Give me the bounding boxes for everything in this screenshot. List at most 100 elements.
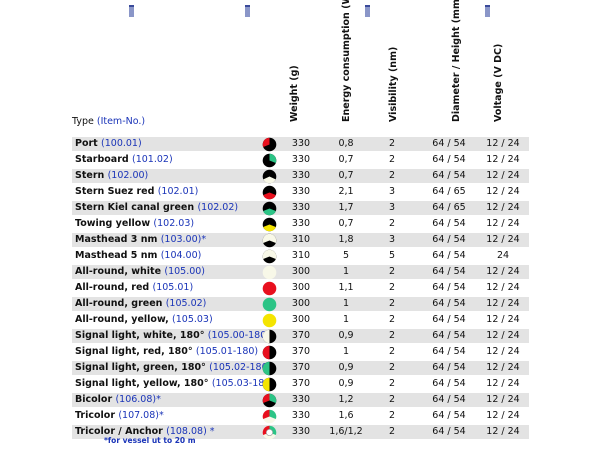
voltage-cell: 12 / 24 xyxy=(486,170,520,181)
table-row: Stern Suez red (102.01) 330 2,1 3 64 / 65 12 … xyxy=(72,185,529,199)
weight-cell: 330 xyxy=(291,186,311,197)
row-name: Tricolor (107.08)* xyxy=(75,410,164,421)
col-header-energy: Energy consumption (W) xyxy=(341,0,352,122)
row-name: Masthead 3 nm (103.00)* xyxy=(75,234,207,245)
visibility-cell: 2 xyxy=(388,218,396,229)
voltage-cell: 12 / 24 xyxy=(486,362,520,373)
visibility-cell: 3 xyxy=(388,186,396,197)
signal-yellow-icon xyxy=(262,377,277,392)
table-row: Towing yellow (102.03) 330 0,7 2 64 / 54 12 /… xyxy=(72,217,529,231)
weight-cell: 310 xyxy=(291,250,311,261)
row-name: Stern (102.00) xyxy=(75,170,149,181)
visibility-cell: 2 xyxy=(388,362,396,373)
table-row: Signal light, yellow, 180° (105.03-180) 3… xyxy=(72,377,529,391)
energy-cell: 0,9 xyxy=(338,378,354,389)
weight-cell: 330 xyxy=(291,426,311,437)
all-round-white-icon xyxy=(262,265,277,280)
weight-cell: 300 xyxy=(291,298,311,309)
row-name: All-round, white (105.00) xyxy=(75,266,206,277)
voltage-cell: 12 / 24 xyxy=(486,266,520,277)
visibility-cell: 2 xyxy=(388,170,396,181)
energy-cell: 0,8 xyxy=(338,138,354,149)
weight-cell: 300 xyxy=(291,314,311,325)
visibility-cell: 2 xyxy=(388,298,396,309)
voltage-cell: 24 xyxy=(496,250,510,261)
weight-cell: 370 xyxy=(291,362,311,373)
visibility-cell: 2 xyxy=(388,378,396,389)
energy-cell: 1,1 xyxy=(338,282,354,293)
diameter-cell: 64 / 65 xyxy=(432,186,466,197)
diameter-cell: 64 / 54 xyxy=(432,410,466,421)
visibility-cell: 5 xyxy=(388,250,396,261)
energy-cell: 0,7 xyxy=(338,170,354,181)
voltage-cell: 12 / 24 xyxy=(486,218,520,229)
all-round-green-icon xyxy=(262,297,277,312)
energy-cell: 1,6 xyxy=(338,410,354,421)
diameter-cell: 64 / 54 xyxy=(432,394,466,405)
energy-cell: 1 xyxy=(342,266,350,277)
energy-cell: 0,7 xyxy=(338,218,354,229)
voltage-cell: 12 / 24 xyxy=(486,234,520,245)
energy-cell: 0,9 xyxy=(338,330,354,341)
voltage-cell: 12 / 24 xyxy=(486,282,520,293)
voltage-cell: 12 / 24 xyxy=(486,298,520,309)
voltage-cell: 12 / 24 xyxy=(486,154,520,165)
energy-cell: 1 xyxy=(342,314,350,325)
table-row: All-round, green (105.02) 300 1 2 64 / 54 12 … xyxy=(72,297,529,312)
weight-cell: 300 xyxy=(291,266,311,277)
bicolor-icon xyxy=(262,393,277,408)
energy-cell: 1 xyxy=(342,346,350,357)
diameter-cell: 64 / 54 xyxy=(432,234,466,245)
weight-cell: 310 xyxy=(291,234,311,245)
weight-cell: 330 xyxy=(291,394,311,405)
row-name: Stern Kiel canal green (102.02) xyxy=(75,202,239,213)
energy-cell: 1,8 xyxy=(338,234,354,245)
signal-green-icon xyxy=(262,361,277,376)
table-row: All-round, white (105.00) 300 1 2 64 / 54 12 … xyxy=(72,265,529,280)
footnote: *for vessel ut to 20 m xyxy=(104,436,196,445)
stern-suez-red-icon xyxy=(262,185,277,200)
diameter-cell: 64 / 54 xyxy=(432,346,466,357)
masthead-icon xyxy=(262,249,277,264)
table-row: Masthead 3 nm (103.00)* 310 1,8 3 64 / 54 12 … xyxy=(72,233,529,248)
type-header: Type (Item-No.) xyxy=(72,116,145,127)
voltage-cell: 12 / 24 xyxy=(486,410,520,421)
stern-kiel-green-icon xyxy=(262,201,277,216)
marker-4 xyxy=(485,5,490,17)
weight-cell: 330 xyxy=(291,218,311,229)
weight-cell: 330 xyxy=(291,138,311,149)
diameter-cell: 64 / 54 xyxy=(432,330,466,341)
table-row: Starboard (101.02) 330 0,7 2 64 / 54 12 / 24 xyxy=(72,153,529,167)
diameter-cell: 64 / 54 xyxy=(432,154,466,165)
col-header-visibility: Visibility (nm) xyxy=(388,46,399,122)
visibility-cell: 2 xyxy=(388,266,396,277)
row-name: Signal light, white, 180° (105.00-180) xyxy=(75,330,270,341)
table-row: Port (100.01) 330 0,8 2 64 / 54 12 / 24 xyxy=(72,137,529,152)
diameter-cell: 64 / 54 xyxy=(432,314,466,325)
diameter-cell: 64 / 54 xyxy=(432,298,466,309)
row-name: Towing yellow (102.03) xyxy=(75,218,195,229)
table-row: Stern Kiel canal green (102.02) 330 1,7 3 64… xyxy=(72,201,529,216)
weight-cell: 330 xyxy=(291,202,311,213)
voltage-cell: 12 / 24 xyxy=(486,202,520,213)
diameter-cell: 64 / 54 xyxy=(432,218,466,229)
row-name: Signal light, red, 180° (105.01-180) xyxy=(75,346,259,357)
voltage-cell: 12 / 24 xyxy=(486,330,520,341)
voltage-cell: 12 / 24 xyxy=(486,378,520,389)
col-header-weight: Weight (g) xyxy=(289,65,300,122)
voltage-cell: 12 / 24 xyxy=(486,346,520,357)
starboard-light-icon xyxy=(262,153,277,168)
voltage-cell: 12 / 24 xyxy=(486,138,520,149)
row-name: Bicolor (106.08)* xyxy=(75,394,161,405)
marker-3 xyxy=(365,5,370,17)
table-row: All-round, red (105.01) 300 1,1 2 64 / 54 12 … xyxy=(72,281,529,295)
energy-cell: 0,7 xyxy=(338,154,354,165)
tricolor-icon xyxy=(262,409,277,424)
port-light-icon xyxy=(262,137,277,152)
type-label: Type xyxy=(72,116,94,127)
row-name: Stern Suez red (102.01) xyxy=(75,186,199,197)
energy-cell: 1,6/1,2 xyxy=(329,426,363,437)
table-row: Signal light, green, 180° (105.02-180) 37… xyxy=(72,361,529,376)
table-row: Bicolor (106.08)* 330 1,2 2 64 / 54 12 / 24 xyxy=(72,393,529,408)
all-round-yellow-icon xyxy=(262,313,277,328)
